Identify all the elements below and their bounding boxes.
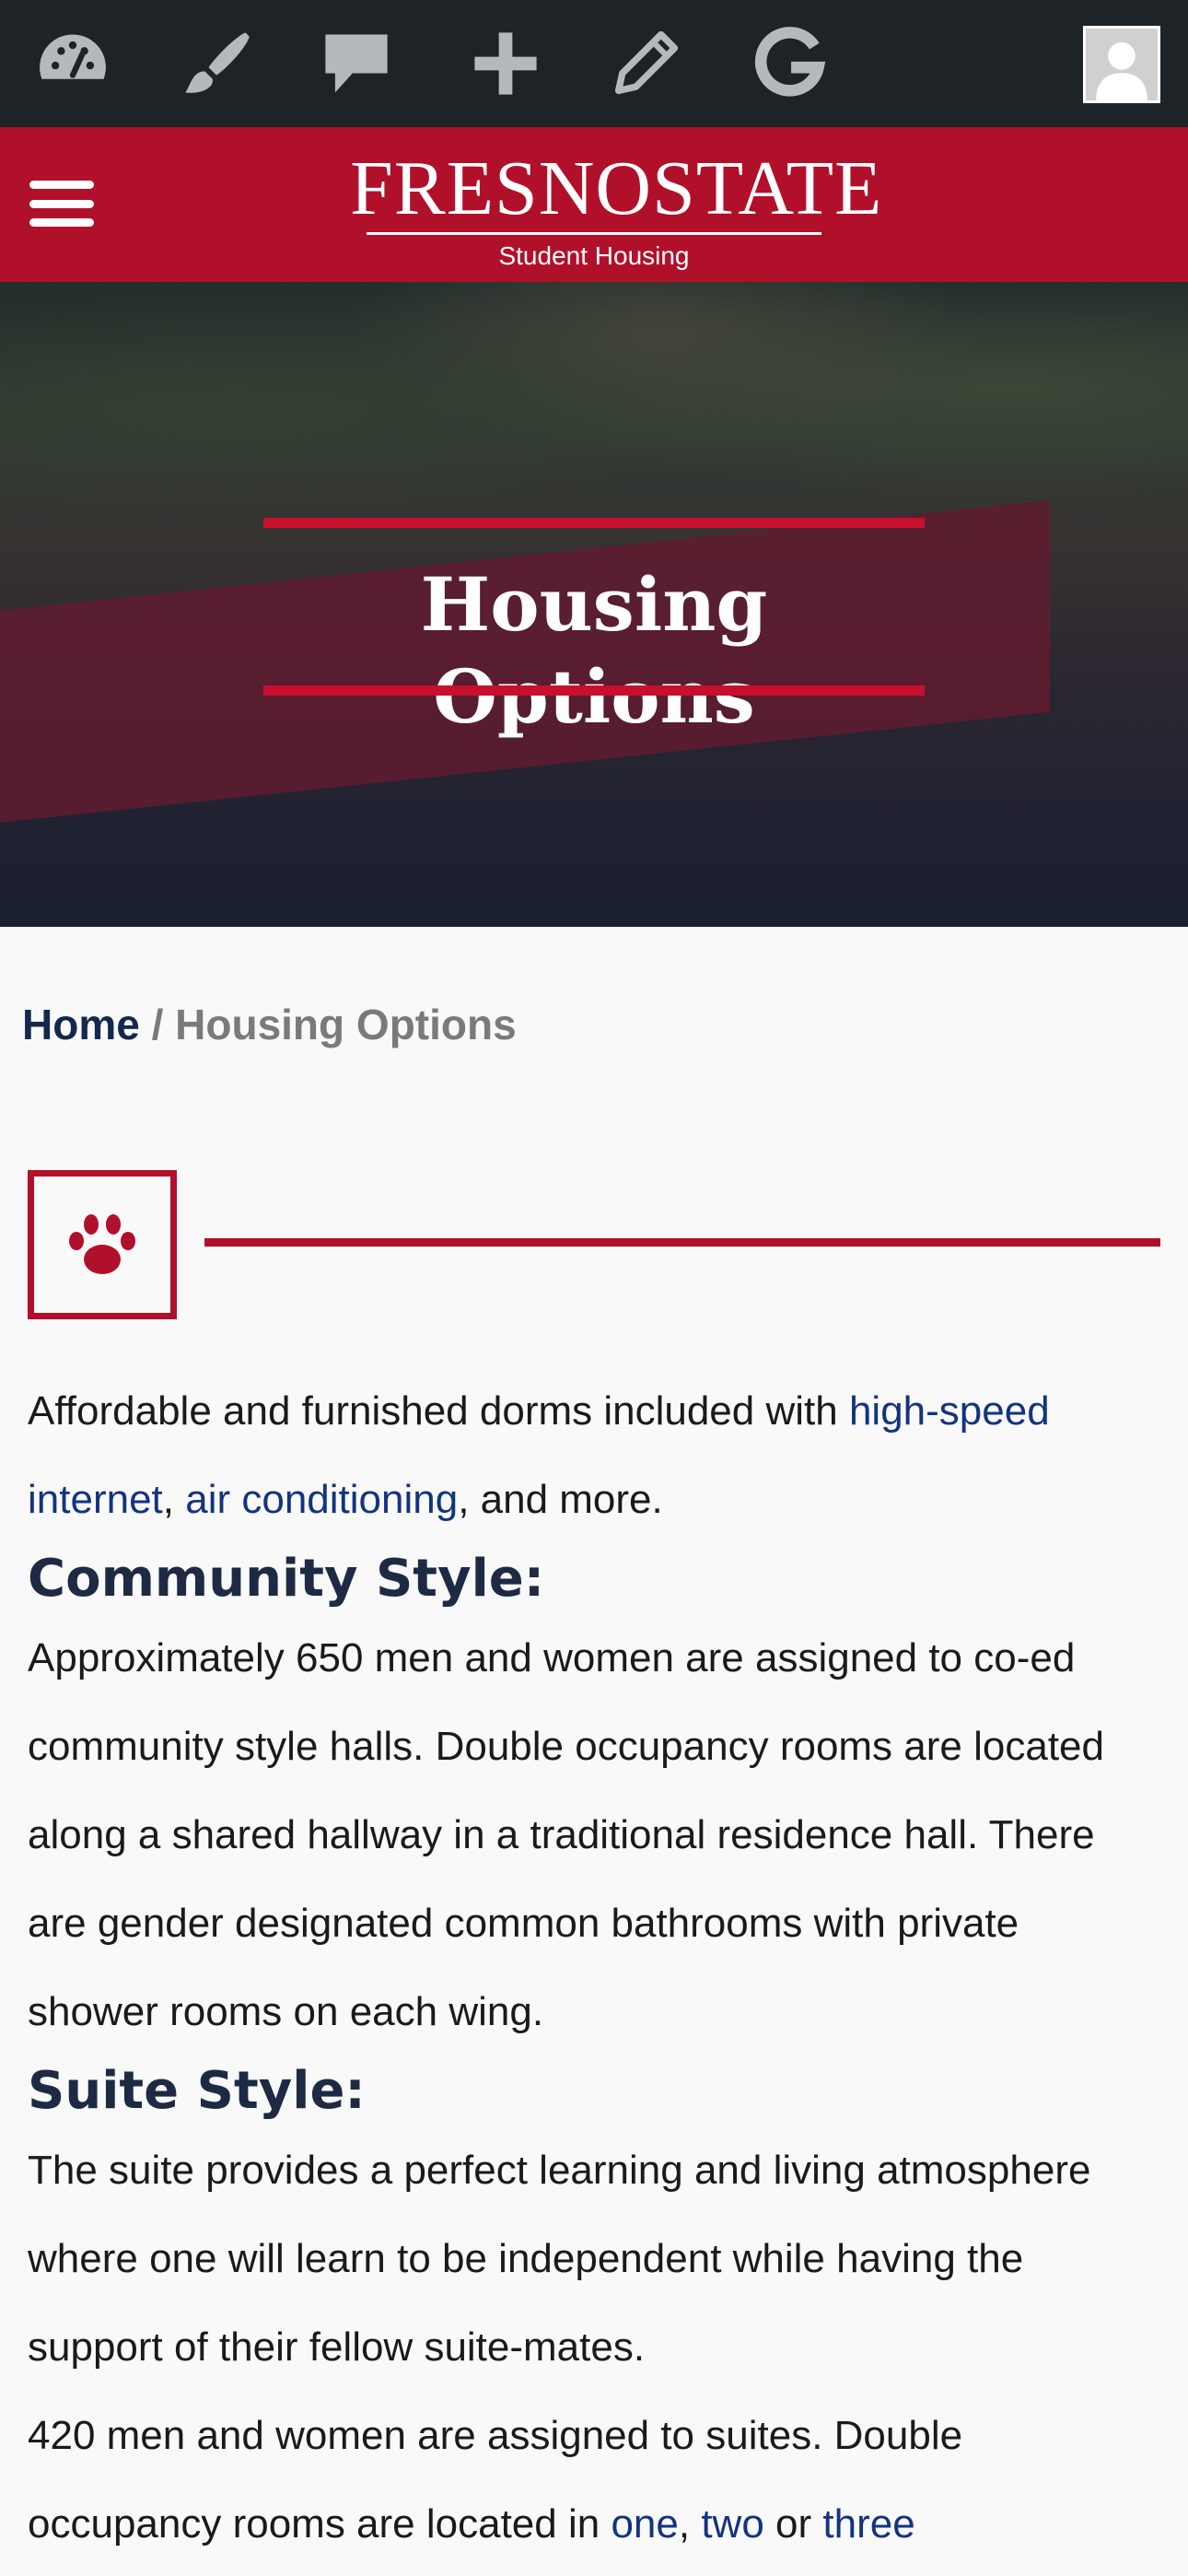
- suite-sep-2: or: [763, 2501, 823, 2547]
- suite-style-heading: Suite Style:: [28, 2061, 366, 2121]
- paw-divider-box: [28, 1170, 177, 1319]
- google-icon[interactable]: [748, 22, 831, 105]
- intro-paragraph: Affordable and furnished dorms included …: [28, 1367, 1160, 1544]
- dashboard-icon[interactable]: [31, 22, 114, 105]
- community-style-body: Approximately 650 men and women are assi…: [28, 1635, 1104, 2034]
- breadcrumb-home-link[interactable]: Home: [22, 1001, 140, 1048]
- user-avatar-icon[interactable]: [1083, 26, 1160, 103]
- suite-style-body-2: 420 men and women are assigned to suites…: [28, 2392, 1160, 2569]
- section-divider-rule: [204, 1238, 1160, 1247]
- paw-icon: [69, 1214, 135, 1274]
- logo-subtitle: Student Housing: [498, 241, 690, 270]
- hero-banner: Housing Options: [0, 282, 1188, 927]
- site-header: FRESNOSTATE Student Housing: [0, 127, 1188, 282]
- brush-icon[interactable]: [175, 22, 258, 105]
- plus-icon[interactable]: [464, 22, 547, 105]
- breadcrumb: Home / Housing Options: [22, 997, 517, 1052]
- intro-text: Affordable and furnished dorms included …: [28, 1388, 849, 1434]
- breadcrumb-current: Housing Options: [175, 1001, 517, 1048]
- suite-style-body: The suite provides a perfect learning an…: [28, 2148, 1091, 2370]
- breadcrumb-separator: /: [151, 1001, 164, 1048]
- intro-comma: ,: [162, 1477, 186, 1522]
- suite-sep-1: ,: [678, 2501, 702, 2547]
- community-style-heading: Community Style:: [28, 1549, 545, 1609]
- site-logo[interactable]: FRESNOSTATE Student Housing: [350, 146, 883, 270]
- admin-toolbar: [0, 0, 1188, 127]
- page-title: Housing Options: [420, 561, 768, 740]
- logo-wordmark: FRESNOSTATE: [350, 146, 883, 231]
- logo-rule: [367, 232, 821, 235]
- intro-text-end: , and more.: [458, 1477, 663, 1522]
- three-link[interactable]: three: [822, 2501, 914, 2547]
- hero-bottom-rule: [263, 685, 925, 696]
- hero-title-frame: Housing Options: [263, 518, 925, 740]
- main-content: Affordable and furnished dorms included …: [28, 1367, 1160, 2569]
- two-link[interactable]: two: [701, 2501, 763, 2547]
- comment-icon[interactable]: [315, 22, 398, 105]
- air-conditioning-link[interactable]: air conditioning: [185, 1477, 458, 1522]
- hamburger-icon[interactable]: [29, 175, 94, 232]
- one-link[interactable]: one: [611, 2501, 678, 2547]
- hero-top-rule: [263, 518, 925, 528]
- pencil-icon[interactable]: [604, 22, 687, 105]
